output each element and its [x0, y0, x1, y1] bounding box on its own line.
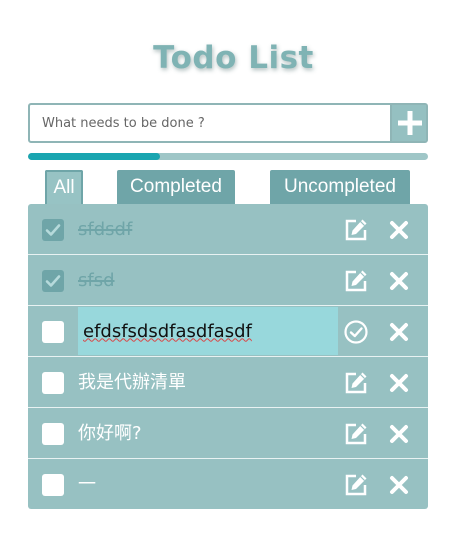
close-icon: [390, 425, 408, 443]
close-icon: [390, 323, 408, 341]
todo-item: 你好啊?: [28, 408, 428, 459]
new-todo-form: [28, 103, 428, 143]
todo-text: 你好啊?: [78, 423, 142, 444]
todo-checkbox[interactable]: [42, 321, 64, 343]
confirm-edit-button[interactable]: [343, 319, 369, 345]
close-icon: [390, 272, 408, 290]
delete-button[interactable]: [386, 217, 412, 243]
todo-checkbox[interactable]: [42, 219, 64, 241]
edit-icon: [345, 219, 367, 241]
page-title: Todo List: [153, 40, 314, 76]
progress-bar: [28, 153, 428, 160]
close-icon: [390, 221, 408, 239]
check-icon: [45, 224, 61, 236]
delete-button[interactable]: [386, 370, 412, 396]
todo-text: 一: [78, 474, 96, 495]
todo-checkbox[interactable]: [42, 474, 64, 496]
tab-uncompleted[interactable]: Uncompleted: [270, 170, 410, 204]
delete-button[interactable]: [386, 421, 412, 447]
todo-text: sfdsdf: [78, 219, 133, 240]
edit-button[interactable]: [343, 472, 369, 498]
todo-item: 我是代辦清單: [28, 357, 428, 408]
plus-icon: [398, 111, 422, 135]
edit-icon: [345, 474, 367, 496]
todo-text: sfsd: [78, 270, 115, 291]
todo-edit-input[interactable]: [78, 307, 338, 355]
todo-text: 我是代辦清單: [78, 372, 186, 393]
tab-completed[interactable]: Completed: [117, 170, 235, 204]
close-icon: [390, 374, 408, 392]
todo-item: sfsd: [28, 255, 428, 306]
todo-checkbox[interactable]: [42, 270, 64, 292]
edit-icon: [345, 423, 367, 445]
todo-item: 一: [28, 459, 428, 509]
edit-icon: [345, 372, 367, 394]
edit-button[interactable]: [343, 421, 369, 447]
edit-button[interactable]: [343, 370, 369, 396]
close-icon: [390, 476, 408, 494]
add-todo-button[interactable]: [390, 105, 426, 141]
todo-checkbox[interactable]: [42, 372, 64, 394]
check-circle-icon: [344, 320, 368, 344]
tab-all[interactable]: All: [45, 170, 83, 204]
edit-button[interactable]: [343, 268, 369, 294]
todo-item: [28, 306, 428, 357]
delete-button[interactable]: [386, 268, 412, 294]
edit-button[interactable]: [343, 217, 369, 243]
progress-fill: [28, 153, 160, 160]
todo-item: sfdsdf: [28, 204, 428, 255]
new-todo-input[interactable]: [30, 105, 390, 141]
todo-list: sfdsdf sfsd 我是代辦清單你好啊? 一: [28, 204, 428, 509]
check-icon: [45, 275, 61, 287]
delete-button[interactable]: [386, 472, 412, 498]
todo-checkbox[interactable]: [42, 423, 64, 445]
edit-icon: [345, 270, 367, 292]
delete-button[interactable]: [386, 319, 412, 345]
